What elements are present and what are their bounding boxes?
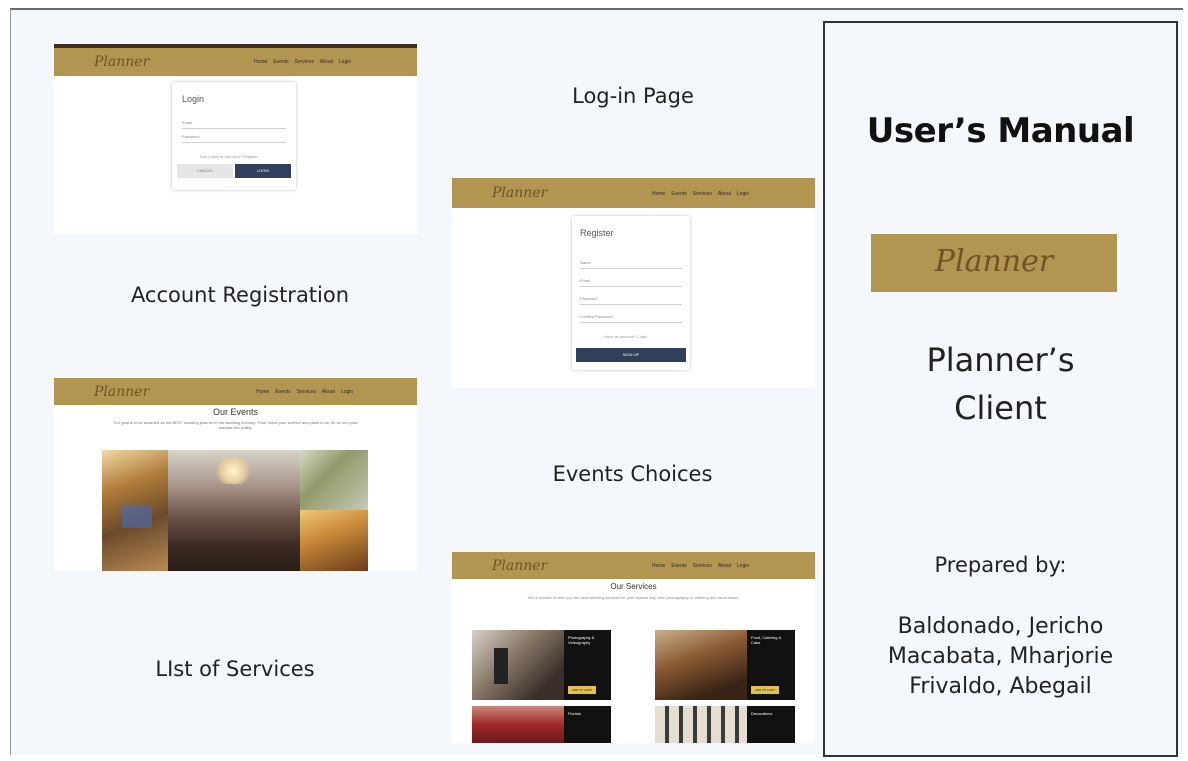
service-photo-1 (472, 630, 564, 700)
manual-title: User’s Manual (866, 111, 1135, 151)
nav-link[interactable]: Home (256, 389, 269, 395)
register-card: Register Name Email Password Confirm Pas… (572, 216, 690, 370)
register-screenshot: Planner Home Events Services About Login… (452, 178, 815, 388)
login-heading: Login (182, 94, 205, 104)
nav-link[interactable]: About (718, 191, 731, 197)
nav-link[interactable]: Home (652, 191, 665, 197)
manual-logo-banner: Planner (871, 234, 1117, 292)
nav-link[interactable]: Login (737, 191, 749, 197)
nav-link[interactable]: About (320, 59, 333, 65)
login-link[interactable]: Have an account? Login (604, 334, 647, 339)
author-name: Frivaldo, Abegail (909, 674, 1092, 699)
services-screenshot: Planner Home Events Services About Login… (452, 552, 815, 743)
event-photo-1-accent (122, 506, 152, 528)
nav-links: Home Events Services About Login (652, 563, 749, 569)
navbar: Planner Home Events Services About Login (452, 178, 815, 208)
nav-link[interactable]: Events (273, 59, 288, 65)
register-link[interactable]: Don't have an account? Register (200, 154, 258, 159)
author-name: Macabata, Mharjorie (887, 644, 1114, 669)
navbar: Planner Home Events Services About Login (54, 378, 417, 405)
service-card-4: Decorations (747, 706, 795, 743)
navbar: Planner Home Events Services About Login (452, 552, 815, 579)
events-blurb: Our goal is to be awarded as the BEST we… (113, 420, 358, 430)
logo: Planner (94, 384, 150, 400)
manual-logo: Planner (934, 244, 1054, 279)
caption-registration: Account Registration (130, 283, 350, 307)
nav-link[interactable]: Login (341, 389, 353, 395)
logo: Planner (94, 54, 150, 70)
event-photo-2-chandelier (212, 458, 254, 484)
nav-link[interactable]: Events (275, 389, 290, 395)
logo: Planner (492, 185, 548, 201)
caption-services: LIst of Services (155, 657, 315, 681)
nav-link[interactable]: Events (671, 563, 686, 569)
add-to-cart-button[interactable]: ADD TO CART (568, 686, 596, 694)
nav-link[interactable]: Events (671, 191, 686, 197)
service-photo-3 (472, 706, 564, 743)
service-card-1: Photography & Videography ADD TO CART (564, 630, 611, 700)
service-photo-2 (655, 630, 747, 700)
login-screenshot: Planner Home Events Services About Login… (54, 44, 417, 234)
add-to-cart-button[interactable]: ADD TO CART (751, 686, 779, 694)
service-card-3: Florists (564, 706, 611, 743)
manual-subtitle-line2: Client (954, 389, 1047, 427)
register-heading: Register (580, 228, 614, 238)
camera-shape (494, 648, 508, 684)
prepared-by-label: Prepared by: (934, 553, 1067, 577)
nav-link[interactable]: Home (254, 59, 267, 65)
nav-link[interactable]: Login (737, 563, 749, 569)
caption-login: Log-in Page (572, 84, 694, 108)
nav-link[interactable]: Login (339, 59, 351, 65)
events-heading: Our Events (212, 407, 259, 417)
author-name: Baldonado, Jericho (897, 614, 1104, 639)
logo: Planner (492, 558, 548, 574)
caption-events: Events Choices (552, 462, 713, 486)
services-heading: Our Services (610, 582, 657, 591)
service-photo-4 (655, 706, 747, 743)
password-field[interactable]: Password (580, 296, 682, 305)
event-photo-4 (300, 510, 368, 571)
confirm-password-field[interactable]: Confirm Password (580, 314, 682, 323)
nav-link[interactable]: Services (297, 389, 316, 395)
signup-button[interactable]: SIGN UP (576, 348, 686, 362)
service-title: Food, Catering & Cake (751, 635, 782, 645)
service-title: Florists (568, 711, 581, 716)
cancel-button[interactable]: CANCEL (177, 164, 233, 178)
nav-link[interactable]: About (718, 563, 731, 569)
password-field[interactable]: Password (182, 134, 286, 143)
nav-link[interactable]: About (322, 389, 335, 395)
email-field[interactable]: Email (182, 120, 286, 129)
nav-links: Home Events Services About Login (652, 191, 749, 197)
login-button[interactable]: LOGIN (235, 164, 291, 178)
event-photo-3 (300, 450, 368, 510)
service-title: Photography & Videography (568, 635, 595, 645)
nav-link[interactable]: Home (652, 563, 665, 569)
name-field[interactable]: Name (580, 260, 682, 269)
service-title: Decorations (751, 711, 773, 716)
manual-subtitle-line1: Planner’s (926, 341, 1075, 379)
nav-links: Home Events Services About Login (256, 389, 353, 395)
nav-link[interactable]: Services (693, 563, 712, 569)
navbar: Planner Home Events Services About Login (54, 48, 417, 76)
nav-links: Home Events Services About Login (254, 59, 351, 65)
login-card: Login Email Password Don't have an accou… (172, 82, 296, 190)
manual-cover: User’s Manual Planner Planner’s Client P… (823, 21, 1178, 757)
email-field[interactable]: Email (580, 278, 682, 287)
nav-link[interactable]: Services (295, 59, 314, 65)
service-card-2: Food, Catering & Cake ADD TO CART (747, 630, 795, 700)
services-blurb: We're excited to offer you the best wedd… (527, 595, 740, 600)
events-screenshot: Planner Home Events Services About Login… (54, 378, 417, 571)
nav-link[interactable]: Services (693, 191, 712, 197)
